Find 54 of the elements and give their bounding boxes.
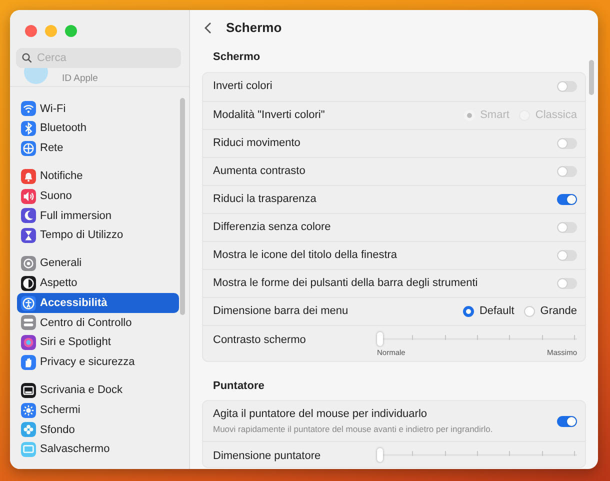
toggle-switch[interactable] — [557, 278, 577, 288]
section-title: Puntatore — [212, 378, 266, 394]
sidebar-item[interactable]: Salvaschermo — [17, 440, 179, 460]
setting-label: Riduci movimento — [213, 136, 302, 151]
scrollbar[interactable] — [589, 60, 594, 95]
toggle-switch[interactable] — [557, 138, 577, 148]
sidebar-item[interactable]: Tempo di Utilizzo — [17, 226, 179, 246]
section-title: Schermo — [212, 50, 262, 65]
slider-thumb[interactable] — [377, 448, 383, 462]
toggle-switch[interactable] — [557, 166, 577, 176]
window-title: Schermo — [226, 18, 282, 37]
setting-label: Dimensione barra dei menu — [213, 304, 350, 319]
zoom-button[interactable] — [65, 25, 77, 37]
sidebar-item[interactable]: Centro di Controllo — [17, 312, 179, 333]
toggle-switch[interactable] — [557, 250, 577, 260]
setting-label: Contrasto schermo — [213, 332, 307, 348]
slider-thumb[interactable] — [377, 332, 383, 346]
setting-label: Riduci la trasparenza — [213, 192, 318, 207]
setting-label: Modalità "Inverti colori" — [213, 108, 326, 123]
slider-track[interactable] — [377, 332, 577, 346]
setting-label: Aumenta contrasto — [213, 164, 306, 179]
close-button[interactable] — [25, 25, 37, 37]
minimize-button[interactable] — [45, 25, 57, 37]
sidebar-item[interactable]: Generali — [17, 254, 179, 274]
sidebar-item[interactable]: Sfondo — [17, 420, 179, 440]
slider-track[interactable] — [377, 448, 577, 462]
radio-option[interactable]: Default — [463, 302, 514, 320]
sidebar-item[interactable]: Full immersion — [17, 206, 179, 226]
setting-label: Dimensione puntatore — [213, 449, 322, 464]
sidebar-item[interactable]: Scrivania e Dock — [17, 380, 179, 400]
search-field[interactable]: Cerca — [16, 48, 181, 68]
setting-description: Muovi rapidamente il puntatore del mouse avanti e indietro per ingrandirlo. — [213, 422, 494, 436]
sidebar-item[interactable]: Wi-Fi — [17, 99, 179, 119]
sidebar-item[interactable]: Privacy e sicurezza — [17, 352, 179, 372]
toggle-switch[interactable] — [557, 222, 577, 232]
sidebar-item[interactable]: Bluetooth — [17, 118, 179, 139]
setting-label: Inverti colori — [213, 79, 274, 94]
sidebar-item[interactable]: Suono — [17, 186, 179, 206]
sidebar-item[interactable]: Siri e Spotlight — [17, 332, 179, 353]
radio-option[interactable]: Grande — [524, 302, 577, 320]
sidebar-item[interactable]: Schermi — [17, 400, 179, 420]
toggle-switch[interactable] — [557, 416, 577, 426]
toggle-switch[interactable] — [557, 194, 577, 204]
setting-label: Differenzia senza colore — [213, 220, 332, 235]
back-icon[interactable] — [204, 22, 212, 34]
setting-label: Mostra le forme dei pulsanti della barra degli strumenti — [213, 276, 479, 291]
sidebar-item[interactable]: Rete — [17, 138, 179, 158]
sidebar-item[interactable]: Notifiche — [17, 166, 179, 186]
setting-label: Agita il puntatore del mouse per individuarlo — [213, 407, 428, 422]
scrollbar[interactable] — [180, 98, 185, 315]
sidebar-item[interactable]: Accessibilità — [17, 293, 179, 313]
toggle-switch[interactable] — [557, 81, 577, 92]
setting-label: Mostra le icone del titolo della finestra — [213, 248, 398, 263]
sidebar-item[interactable]: Aspetto — [17, 273, 179, 294]
